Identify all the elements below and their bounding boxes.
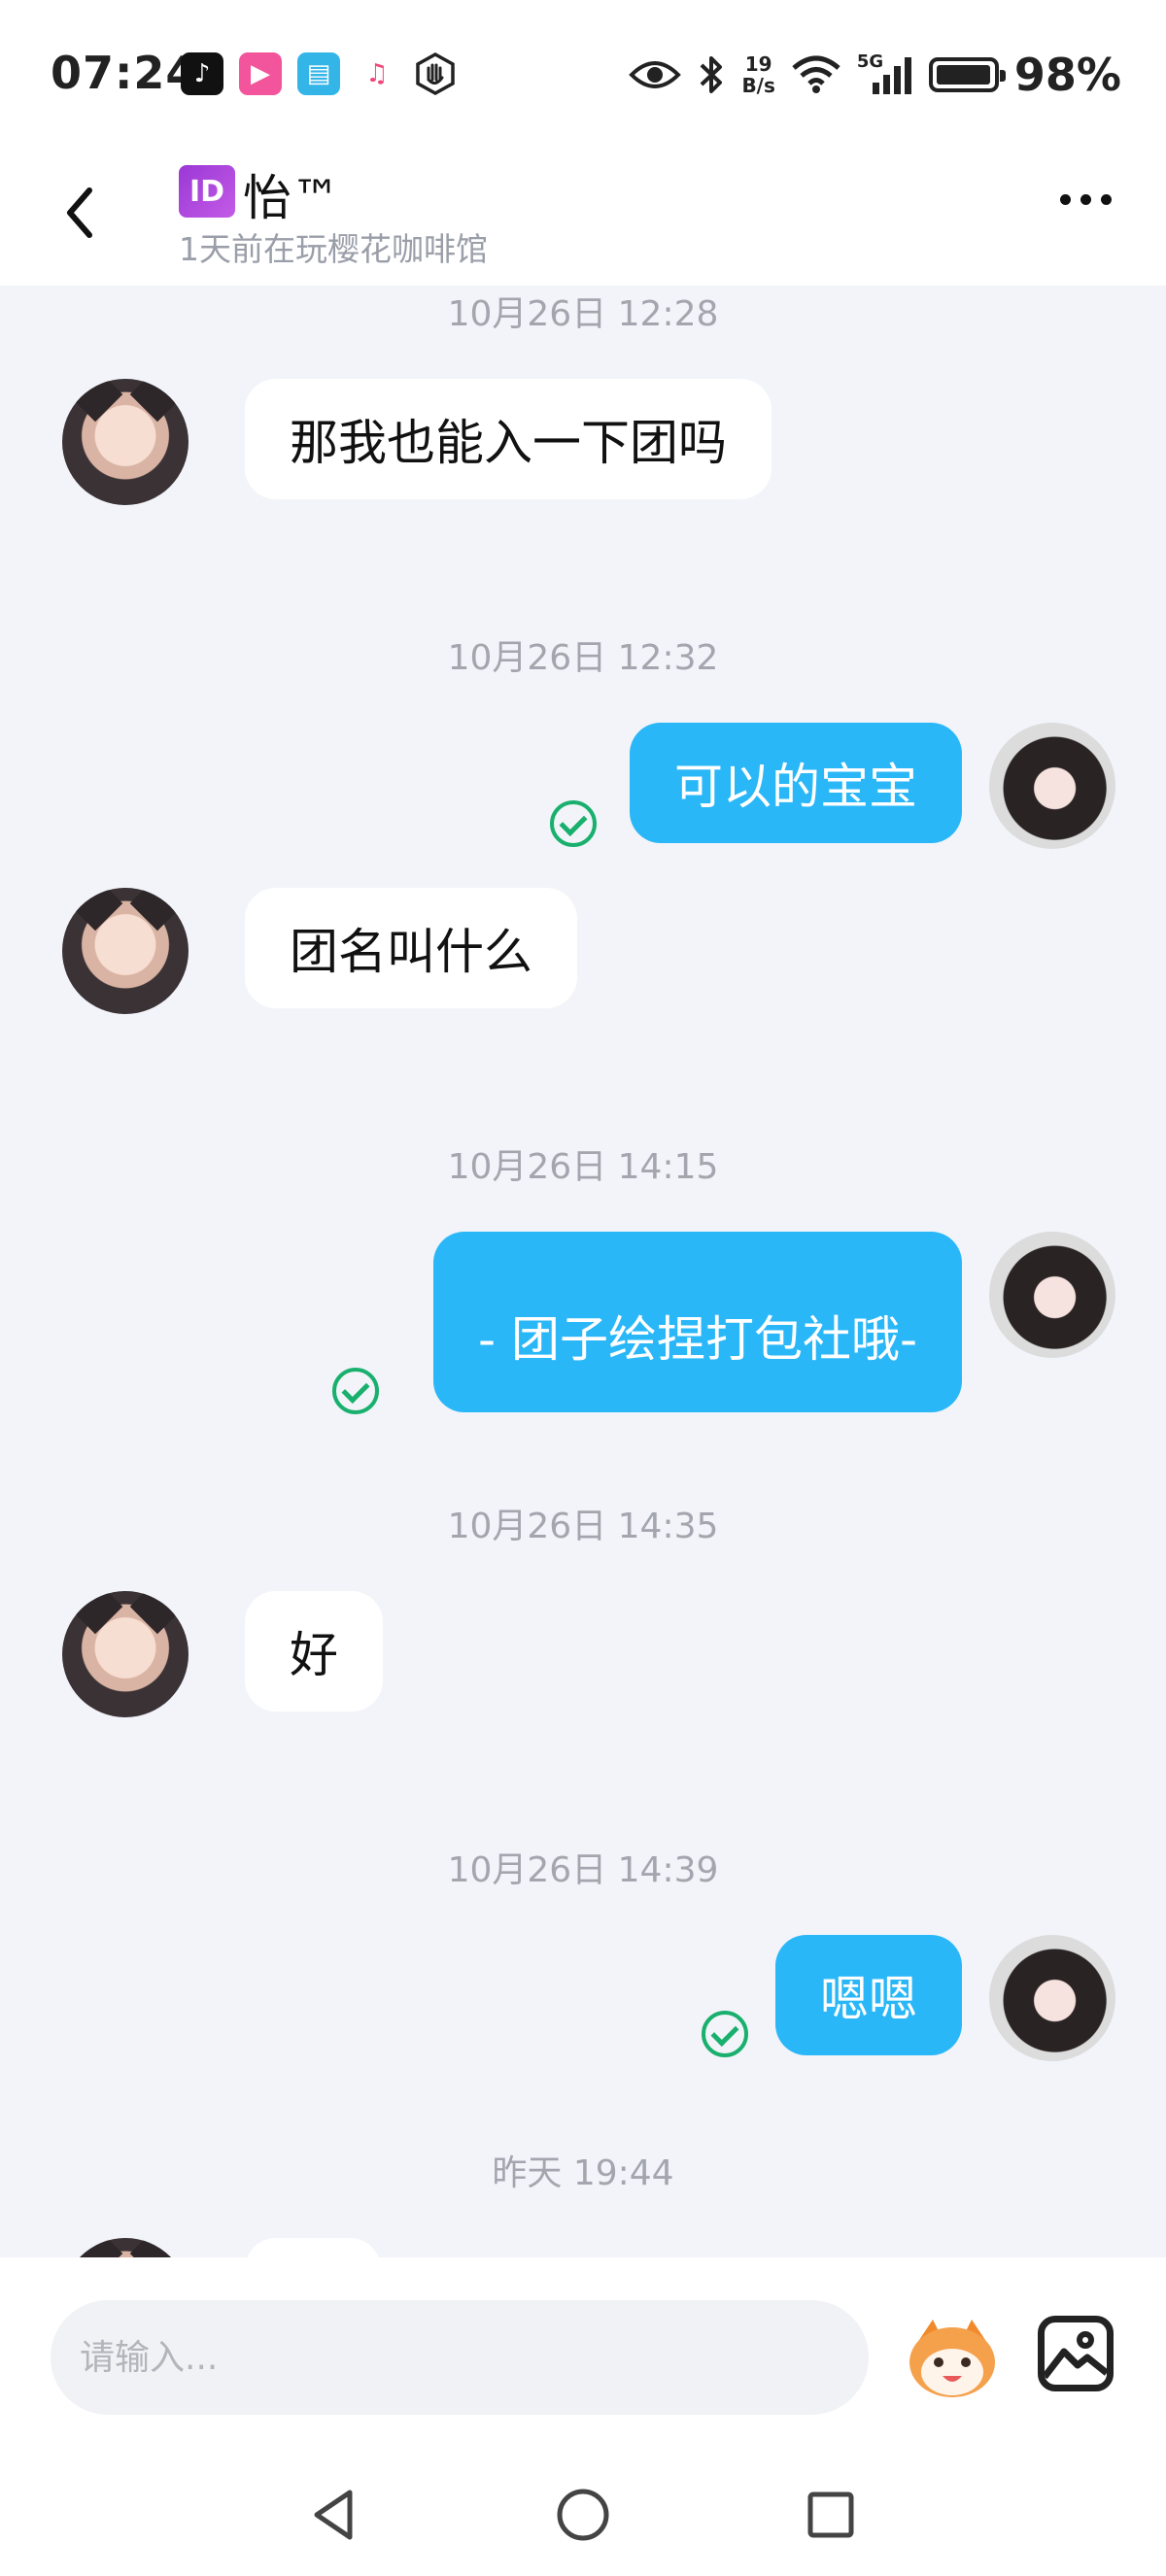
- wifi-icon: [792, 55, 840, 93]
- cat-ear: [129, 2238, 186, 2257]
- dot-icon: [1101, 194, 1112, 205]
- cat-ear: [67, 888, 123, 932]
- network-type: 5G: [856, 51, 884, 72]
- back-button[interactable]: [54, 179, 113, 247]
- image-button[interactable]: [1038, 2316, 1114, 2391]
- circle-home-icon: [557, 2489, 609, 2541]
- message-bubble-received[interactable]: 好: [245, 1591, 383, 1712]
- system-nav-bar: [0, 2452, 1166, 2576]
- status-right: 19 B/s 5G 98%: [629, 49, 1121, 101]
- read-check-icon: [332, 1368, 379, 1414]
- cat-ear: [67, 2238, 123, 2257]
- emoji-button[interactable]: [904, 2314, 1001, 2401]
- cat-ear: [67, 1591, 123, 1635]
- my-avatar[interactable]: [989, 1232, 1115, 1358]
- message-bubble-sent[interactable]: - 团子绘捏打包社哦-: [433, 1232, 962, 1412]
- more-options-button[interactable]: [1060, 194, 1112, 205]
- net-speed-value: 19: [744, 52, 772, 76]
- read-check-icon: [702, 2011, 748, 2057]
- video-app-icon: ▶: [239, 52, 282, 95]
- my-avatar[interactable]: [989, 1935, 1115, 2061]
- triangle-back-icon: [314, 2490, 353, 2540]
- timestamp: 10月26日 14:35: [447, 1507, 719, 1546]
- message-list[interactable]: 10月26日 12:28 那我也能入一下团吗 10月26日 12:32 可以的宝…: [0, 286, 1166, 2257]
- hand-icon: [414, 52, 457, 95]
- contact-avatar-partial[interactable]: [62, 2238, 189, 2257]
- contact-avatar[interactable]: [62, 1591, 189, 1717]
- cat-ear: [129, 888, 186, 932]
- cat-ear: [67, 379, 123, 423]
- mascot-emoji-icon: [909, 2320, 995, 2397]
- timestamp: 10月26日 14:39: [447, 1850, 719, 1890]
- contact-name[interactable]: 怡™: [243, 159, 340, 229]
- net-speed-unit: B/s: [741, 74, 775, 97]
- contact-activity: 1天前在玩樱花咖啡馆: [179, 230, 488, 268]
- chevron-left-icon: [67, 187, 92, 238]
- tiktok-icon: ♪: [181, 52, 223, 95]
- message-bubble-sent[interactable]: 嗯嗯: [775, 1935, 962, 2055]
- battery-level: [936, 65, 990, 85]
- cat-ear: [129, 1591, 186, 1635]
- bluetooth-icon: [701, 56, 723, 93]
- nav-home-button[interactable]: [549, 2481, 617, 2549]
- status-bar: 07:24 ♪ ▶ ▤ ♫ 19 B/s 5G 98%: [0, 0, 1166, 146]
- timestamp: 10月26日 12:32: [447, 638, 719, 678]
- message-bubble-partial[interactable]: [245, 2238, 381, 2257]
- image-icon: [1045, 2331, 1107, 2380]
- net-speed: 19 B/s: [741, 53, 774, 96]
- id-badge: ID: [179, 165, 235, 218]
- chat-header: ID 怡™ 1天前在玩樱花咖啡馆: [0, 146, 1166, 286]
- battery-percent: 98%: [1013, 49, 1121, 101]
- input-bar: [0, 2257, 1166, 2452]
- message-bubble-received[interactable]: 团名叫什么: [245, 888, 577, 1008]
- contact-avatar[interactable]: [62, 888, 189, 1014]
- cat-ear: [129, 379, 186, 423]
- dot-icon: [1080, 194, 1091, 205]
- message-bubble-sent[interactable]: 可以的宝宝: [630, 723, 962, 843]
- nav-back-button[interactable]: [301, 2481, 369, 2549]
- timestamp: 昨天 19:44: [492, 2153, 674, 2193]
- message-bubble-received[interactable]: 那我也能入一下团吗: [245, 379, 772, 499]
- notification-icons: ♪ ▶ ▤ ♫: [181, 52, 457, 95]
- square-recents-icon: [807, 2491, 854, 2538]
- dot-icon: [1060, 194, 1071, 205]
- message-input[interactable]: [51, 2300, 869, 2415]
- contact-avatar[interactable]: [62, 379, 189, 505]
- cellular-signal: 5G: [856, 51, 913, 96]
- eye-icon: [629, 61, 682, 88]
- music-icon: ♫: [365, 59, 389, 88]
- my-avatar[interactable]: [989, 723, 1115, 849]
- battery-icon: [928, 57, 1006, 92]
- status-time: 07:24: [51, 47, 198, 99]
- nav-recents-button[interactable]: [797, 2481, 865, 2549]
- book-app-icon: ▤: [297, 52, 340, 95]
- read-check-icon: [550, 800, 597, 847]
- timestamp: 10月26日 12:28: [447, 294, 719, 334]
- timestamp: 10月26日 14:15: [447, 1147, 719, 1187]
